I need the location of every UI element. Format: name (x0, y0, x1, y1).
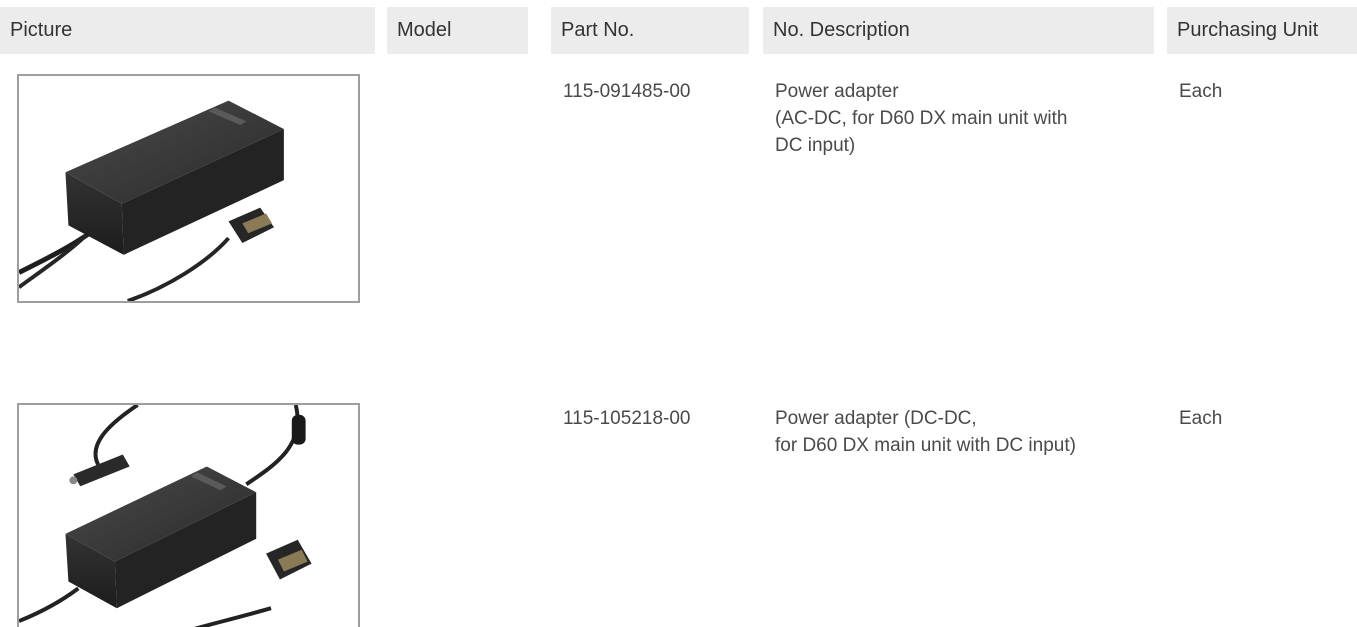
part-no-cell: 115-105218-00 (563, 408, 691, 429)
table-row: 115-091485-00 Power adapter (AC-DC, for … (0, 54, 1357, 384)
model-cell (399, 405, 519, 432)
accessories-table: Picture Model Part No. No. Description P… (0, 0, 1357, 627)
table-header: Picture Model Part No. No. Description P… (0, 7, 1357, 54)
description-line: (AC-DC, for D60 DX main unit with (775, 108, 1068, 129)
description-cell: Power adapter (DC-DC, for D60 DX main un… (775, 405, 1155, 459)
header-picture: Picture (0, 7, 375, 54)
purchasing-unit-cell: Each (1179, 81, 1223, 102)
table-row: 115-105218-00 Power adapter (DC-DC, for … (0, 384, 1357, 627)
purchasing-unit-cell: Each (1179, 408, 1223, 429)
header-purchasing-unit: Purchasing Unit (1167, 7, 1357, 54)
description-line: DC input) (775, 135, 856, 156)
header-model: Model (387, 7, 528, 54)
description-line: Power adapter (775, 81, 899, 102)
header-part-no: Part No. (551, 7, 749, 54)
header-description: No. Description (763, 7, 1154, 54)
part-no-cell: 115-091485-00 (563, 81, 691, 102)
dc-dc-power-adapter-image (17, 403, 360, 627)
model-cell (399, 78, 519, 105)
description-line: Power adapter (DC-DC, (775, 408, 977, 429)
ac-dc-power-adapter-image (17, 74, 360, 303)
description-line: for D60 DX main unit with DC input) (775, 435, 1076, 456)
description-cell: Power adapter (AC-DC, for D60 DX main un… (775, 78, 1155, 159)
